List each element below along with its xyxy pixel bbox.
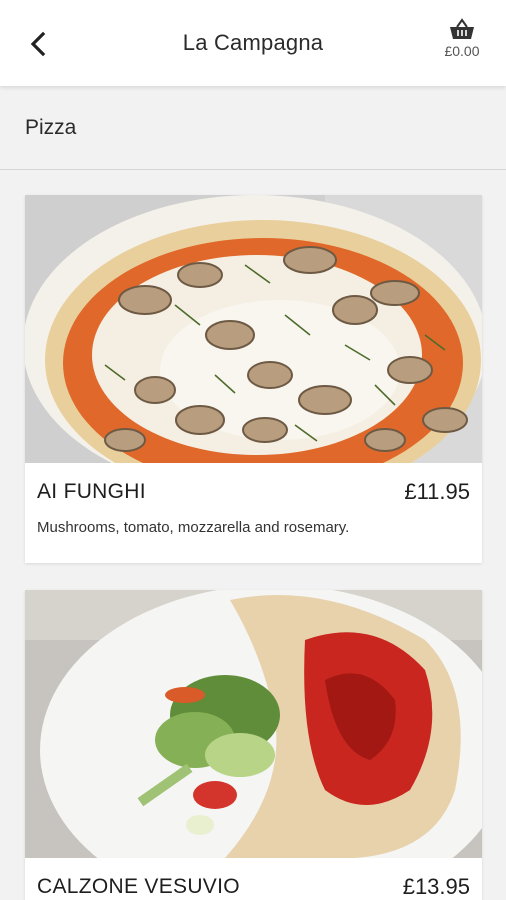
menu-item-card[interactable]: CALZONE VESUVIO £13.95 bbox=[25, 590, 482, 900]
basket-button[interactable]: £0.00 bbox=[432, 18, 492, 70]
item-name: CALZONE VESUVIO bbox=[37, 875, 240, 898]
category-header: Pizza bbox=[0, 86, 506, 170]
app-header: La Campagna £0.00 bbox=[0, 0, 506, 86]
page-title: La Campagna bbox=[182, 30, 324, 55]
category-title: Pizza bbox=[25, 116, 77, 139]
menu-item-card[interactable]: AI FUNGHI £11.95 Mushrooms, tomato, mozz… bbox=[25, 195, 482, 563]
item-price: £11.95 bbox=[404, 479, 470, 504]
pizza-photo bbox=[25, 195, 482, 463]
calzone-photo bbox=[25, 590, 482, 858]
item-name: AI FUNGHI bbox=[37, 480, 146, 503]
basket-icon bbox=[450, 18, 474, 39]
basket-total: £0.00 bbox=[444, 43, 480, 59]
item-price: £13.95 bbox=[402, 874, 470, 899]
item-description: Mushrooms, tomato, mozzarella and rosema… bbox=[37, 519, 350, 536]
